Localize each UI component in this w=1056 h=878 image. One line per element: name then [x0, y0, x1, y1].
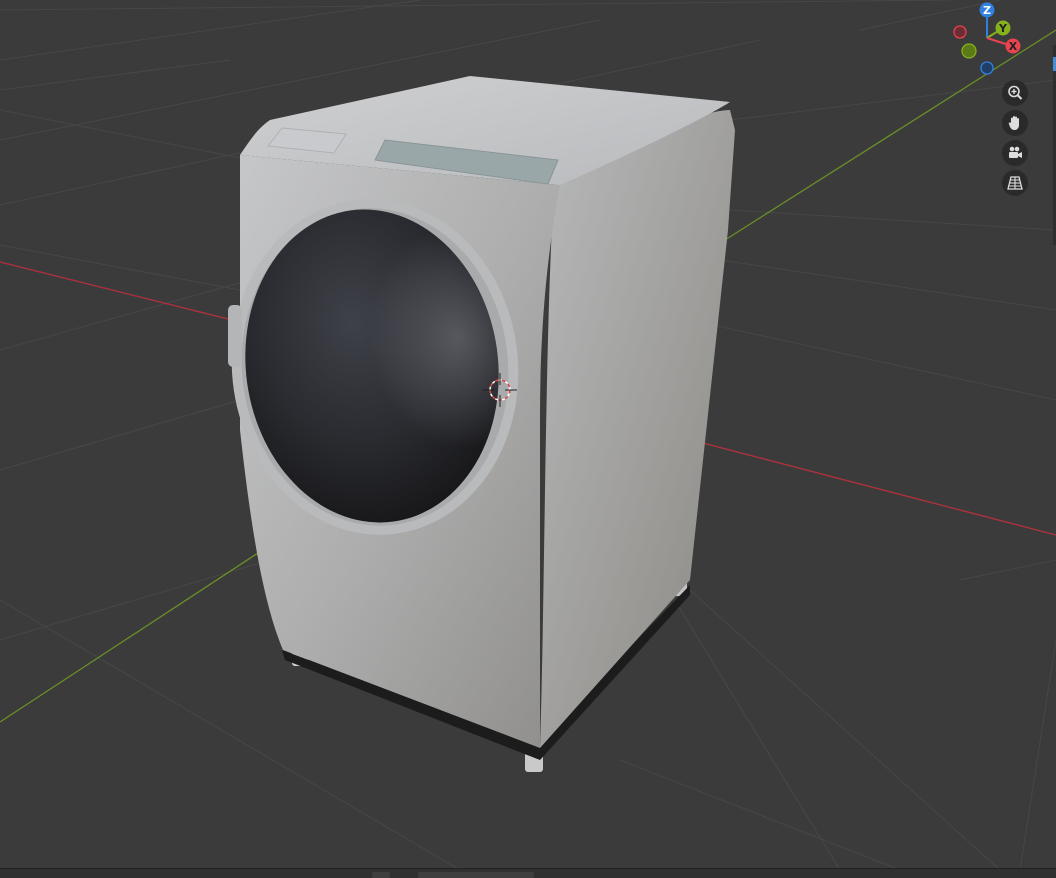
x-axis-line-right	[644, 427, 1056, 536]
navigation-gizmo[interactable]: Z Y X	[945, 0, 1025, 80]
gizmo-neg-x	[953, 25, 967, 39]
zoom-button[interactable]	[1002, 80, 1028, 106]
gizmo-z-label: Z	[983, 4, 991, 17]
3d-viewport[interactable]: Z Y X	[0, 0, 1056, 878]
ortho-grid-icon	[1007, 176, 1023, 190]
washing-machine-model	[228, 76, 735, 772]
gizmo-y-label: Y	[998, 22, 1008, 35]
gizmo-neg-z	[980, 61, 994, 75]
status-bar-item	[418, 872, 534, 878]
status-bar-item	[372, 872, 390, 878]
x-axis-line	[0, 261, 241, 323]
zoom-icon	[1008, 85, 1023, 100]
ortho-toggle-button[interactable]	[1002, 170, 1028, 196]
pan-button[interactable]	[1002, 110, 1028, 136]
gizmo-neg-y	[961, 43, 977, 59]
gizmo-x-label: X	[1009, 40, 1018, 53]
camera-view-button[interactable]	[1002, 140, 1028, 166]
scene-canvas[interactable]	[0, 0, 1056, 878]
hand-pan-icon	[1008, 116, 1019, 130]
door-hinge	[228, 305, 242, 367]
camera-icon	[1009, 146, 1022, 158]
